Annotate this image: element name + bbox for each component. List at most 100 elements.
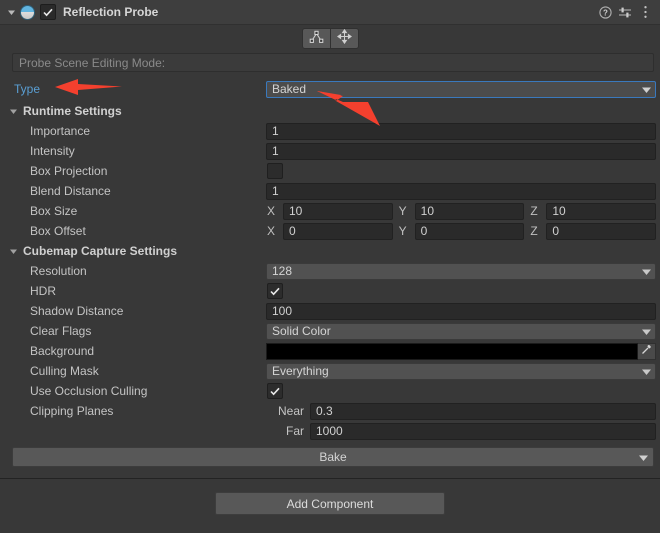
box-offset-y-axis-label: Y	[398, 224, 407, 238]
box-offset-y-input[interactable]: 0	[414, 222, 525, 240]
box-offset-y-cell: Y 0	[398, 222, 525, 240]
importance-field-area: 1	[266, 122, 660, 140]
box-size-x-input[interactable]: 10	[283, 202, 393, 220]
clipping-near-input[interactable]: 0.3	[310, 402, 656, 420]
box-offset-x-input[interactable]: 0	[283, 222, 393, 240]
component-enabled-checkbox[interactable]	[40, 4, 56, 20]
chevron-down-icon	[642, 364, 651, 378]
clipping-planes-far-field-area: Far 1000	[266, 422, 660, 440]
box-size-x-axis-label: X	[267, 204, 276, 218]
clear-flags-dropdown-value: Solid Color	[272, 324, 331, 338]
clear-flags-label: Clear Flags	[30, 324, 92, 338]
move-probe-icon	[336, 28, 352, 47]
probe-scene-editing-mode-field: Probe Scene Editing Mode:	[12, 53, 654, 72]
cubemap-settings-foldout-icon[interactable]	[6, 244, 20, 258]
box-offset-label: Box Offset	[30, 224, 86, 238]
background-color-swatch[interactable]	[266, 342, 638, 360]
bake-label: Bake	[319, 450, 347, 464]
row-resolution: Resolution 128	[0, 261, 660, 281]
shadow-distance-field-area: 100	[266, 302, 660, 320]
section-runtime-settings[interactable]: Runtime Settings	[0, 101, 660, 121]
probe-scene-mode-wrap: Probe Scene Editing Mode:	[0, 49, 660, 74]
help-icon[interactable]: ?	[596, 3, 614, 21]
resolution-field-area: 128	[266, 262, 660, 280]
row-clipping-planes-near: Clipping Planes Near 0.3	[0, 401, 660, 421]
chevron-down-icon	[642, 264, 651, 278]
row-background: Background	[0, 341, 660, 361]
edit-bounds-button[interactable]	[301, 27, 331, 49]
blend-distance-label: Blend Distance	[30, 184, 111, 198]
eyedropper-icon	[641, 344, 652, 358]
culling-mask-field-area: Everything	[266, 362, 660, 380]
box-size-x-cell: X 10	[266, 202, 393, 220]
component-foldout-arrow-icon[interactable]	[4, 5, 18, 19]
box-offset-z-input[interactable]: 0	[546, 222, 657, 240]
row-use-occlusion-culling: Use Occlusion Culling	[0, 381, 660, 401]
clipping-far-label: Far	[286, 424, 304, 438]
blend-distance-input[interactable]: 1	[266, 182, 656, 200]
clipping-planes-label: Clipping Planes	[30, 404, 114, 418]
hdr-checkbox[interactable]	[267, 283, 283, 299]
more-menu-icon[interactable]	[636, 3, 654, 21]
inspector-body: Type Baked Runtime Settings Importance 1…	[0, 74, 660, 441]
culling-mask-label: Culling Mask	[30, 364, 99, 378]
row-shadow-distance: Shadow Distance 100	[0, 301, 660, 321]
culling-mask-dropdown[interactable]: Everything	[266, 362, 656, 380]
move-probe-button[interactable]	[330, 27, 359, 49]
clipping-planes-near-field-area: Near 0.3	[266, 402, 660, 420]
shadow-distance-input[interactable]: 100	[266, 302, 656, 320]
box-size-z-input[interactable]: 10	[546, 202, 657, 220]
box-size-label: Box Size	[30, 204, 78, 218]
row-box-projection: Box Projection	[0, 161, 660, 181]
type-dropdown[interactable]: Baked	[266, 80, 656, 98]
row-blend-distance: Blend Distance 1	[0, 181, 660, 201]
svg-text:?: ?	[603, 8, 608, 17]
use-occlusion-culling-label: Use Occlusion Culling	[30, 384, 148, 398]
box-offset-x-axis-label: X	[267, 224, 276, 238]
background-field-area	[266, 342, 660, 360]
box-size-z-cell: Z 10	[529, 202, 657, 220]
row-clipping-planes-far: Far 1000	[0, 421, 660, 441]
chevron-down-icon	[639, 450, 648, 464]
resolution-label: Resolution	[30, 264, 87, 278]
use-occlusion-culling-checkbox[interactable]	[267, 383, 283, 399]
reflection-probe-sphere-icon	[20, 4, 35, 20]
box-size-field-area: X 10 Y 10 Z 10	[266, 202, 660, 220]
cubemap-settings-title: Cubemap Capture Settings	[23, 244, 178, 258]
type-dropdown-value: Baked	[272, 82, 307, 96]
hdr-field-area	[266, 283, 660, 299]
culling-mask-dropdown-value: Everything	[272, 364, 329, 378]
runtime-settings-foldout-icon[interactable]	[6, 104, 20, 118]
box-size-z-axis-label: Z	[530, 204, 538, 218]
use-occlusion-culling-field-area	[266, 383, 660, 399]
importance-input[interactable]: 1	[266, 122, 656, 140]
component-title: Reflection Probe	[63, 5, 159, 19]
bake-dropdown-button[interactable]: Bake	[12, 447, 654, 467]
section-cubemap-capture-settings[interactable]: Cubemap Capture Settings	[0, 241, 660, 261]
shadow-distance-label: Shadow Distance	[30, 304, 124, 318]
box-offset-z-axis-label: Z	[530, 224, 538, 238]
resolution-dropdown[interactable]: 128	[266, 262, 656, 280]
box-offset-x-cell: X 0	[266, 222, 393, 240]
intensity-input[interactable]: 1	[266, 142, 656, 160]
add-component-button[interactable]: Add Component	[215, 492, 445, 515]
row-box-offset: Box Offset X 0 Y 0 Z 0	[0, 221, 660, 241]
resolution-dropdown-value: 128	[272, 264, 293, 278]
importance-label: Importance	[30, 124, 91, 138]
type-label: Type	[14, 82, 41, 96]
row-box-size: Box Size X 10 Y 10 Z 10	[0, 201, 660, 221]
hdr-label: HDR	[30, 284, 56, 298]
row-culling-mask: Culling Mask Everything	[0, 361, 660, 381]
intensity-field-area: 1	[266, 142, 660, 160]
box-projection-checkbox[interactable]	[267, 163, 283, 179]
intensity-label: Intensity	[30, 144, 75, 158]
edit-bounds-icon	[309, 30, 324, 47]
clipping-far-input[interactable]: 1000	[310, 422, 656, 440]
preset-icon[interactable]	[616, 3, 634, 21]
clear-flags-dropdown[interactable]: Solid Color	[266, 322, 656, 340]
box-size-y-axis-label: Y	[398, 204, 407, 218]
box-size-y-input[interactable]: 10	[414, 202, 525, 220]
eyedropper-button[interactable]	[638, 342, 656, 360]
chevron-down-icon	[642, 82, 651, 96]
box-size-y-cell: Y 10	[398, 202, 525, 220]
